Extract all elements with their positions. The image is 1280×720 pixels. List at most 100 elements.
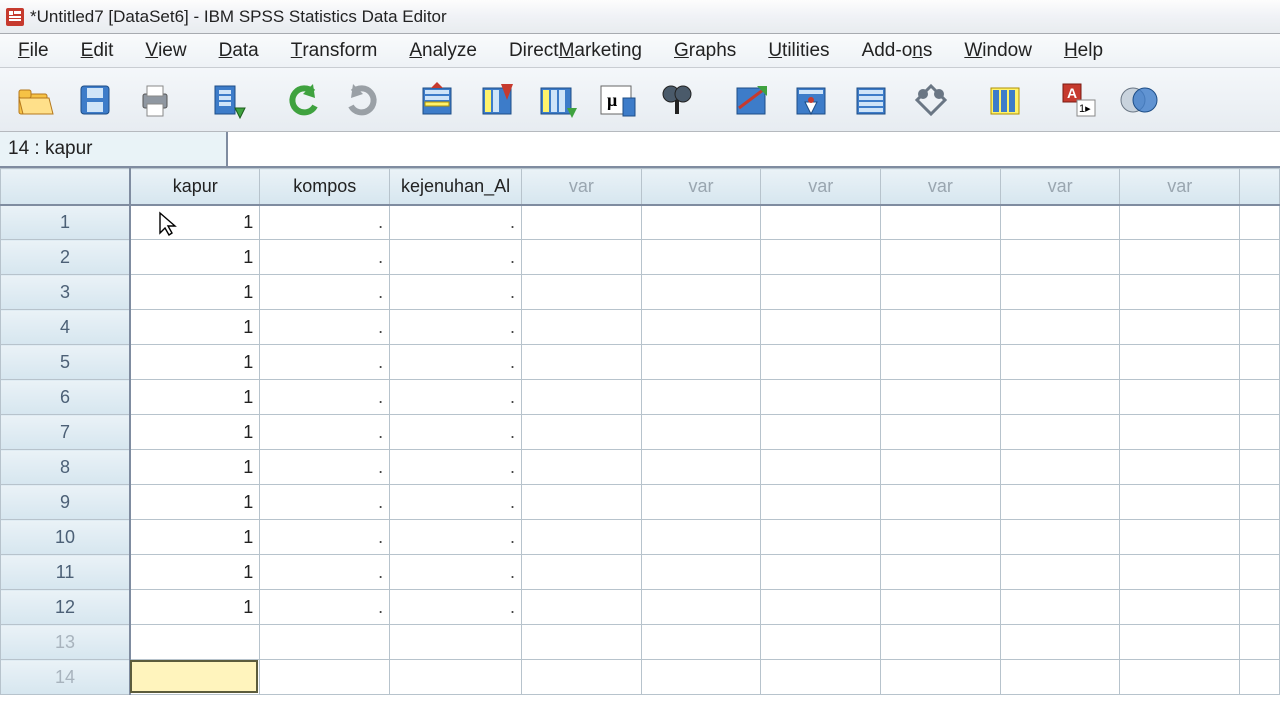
data-cell[interactable] [522,345,642,380]
row-header[interactable]: 5 [1,345,131,380]
use-sets-button[interactable] [978,73,1032,127]
data-cell[interactable]: . [260,310,390,345]
menu-view[interactable]: View [129,34,202,67]
data-cell[interactable] [1240,450,1280,485]
data-cell[interactable] [522,590,642,625]
data-cell[interactable] [641,485,761,520]
data-cell[interactable] [522,380,642,415]
menu-transform[interactable]: Transform [275,34,394,67]
data-cell[interactable]: 1 [130,590,260,625]
menu-analyze[interactable]: Analyze [393,34,493,67]
data-cell[interactable] [1000,310,1120,345]
data-cell[interactable] [761,240,881,275]
menu-graphs[interactable]: Graphs [658,34,752,67]
data-cell[interactable] [390,660,522,695]
data-cell[interactable] [1000,485,1120,520]
variables-button[interactable] [530,73,584,127]
data-cell[interactable] [881,660,1001,695]
data-cell[interactable]: . [260,450,390,485]
data-cell[interactable] [881,590,1001,625]
data-cell[interactable] [1120,450,1240,485]
data-cell[interactable] [130,660,260,695]
data-cell[interactable]: . [260,345,390,380]
data-cell[interactable] [1000,380,1120,415]
data-cell[interactable] [522,275,642,310]
data-cell[interactable] [761,520,881,555]
data-cell[interactable] [522,310,642,345]
data-cell[interactable] [522,485,642,520]
menu-window[interactable]: Window [948,34,1048,67]
data-cell[interactable]: . [260,380,390,415]
data-cell[interactable] [641,380,761,415]
menu-utilities[interactable]: Utilities [752,34,845,67]
data-cell[interactable]: . [390,275,522,310]
data-cell[interactable] [1000,205,1120,240]
data-cell[interactable] [761,310,881,345]
row-header[interactable]: 7 [1,415,131,450]
data-cell[interactable] [522,205,642,240]
data-cell[interactable] [1000,660,1120,695]
weight-cases-button[interactable] [784,73,838,127]
data-cell[interactable] [1240,555,1280,590]
data-grid[interactable]: kapurkomposkejenuhan_Alvarvarvarvarvarva… [0,168,1280,695]
data-cell[interactable] [1000,240,1120,275]
data-cell[interactable] [1240,240,1280,275]
column-header-kejenuhan_Al[interactable]: kejenuhan_Al [390,169,522,205]
data-cell[interactable] [1240,520,1280,555]
row-header[interactable]: 9 [1,485,131,520]
menu-data[interactable]: Data [203,34,275,67]
column-header-kapur[interactable]: kapur [130,169,260,205]
data-cell[interactable]: . [390,205,522,240]
data-cell[interactable] [1120,625,1240,660]
data-cell[interactable] [761,555,881,590]
data-cell[interactable] [881,415,1001,450]
data-cell[interactable] [1120,415,1240,450]
data-cell[interactable]: . [390,310,522,345]
data-cell[interactable] [641,520,761,555]
data-cell[interactable] [1000,275,1120,310]
data-cell[interactable] [1240,345,1280,380]
data-cell[interactable] [1240,380,1280,415]
data-cell[interactable] [881,310,1001,345]
data-cell[interactable] [1120,240,1240,275]
data-cell[interactable] [1000,555,1120,590]
row-header[interactable]: 8 [1,450,131,485]
formula-box[interactable] [228,132,1280,166]
data-cell[interactable]: 1 [130,555,260,590]
data-cell[interactable] [881,240,1001,275]
redo-button[interactable] [336,73,390,127]
data-cell[interactable] [881,205,1001,240]
data-cell[interactable] [1120,485,1240,520]
data-cell[interactable] [641,555,761,590]
data-cell[interactable] [881,345,1001,380]
data-cell[interactable] [761,485,881,520]
data-cell[interactable] [761,590,881,625]
data-cell[interactable] [1240,485,1280,520]
data-cell[interactable] [761,450,881,485]
row-header[interactable]: 14 [1,660,131,695]
data-cell[interactable] [761,660,881,695]
row-header[interactable]: 1 [1,205,131,240]
data-cell[interactable] [522,450,642,485]
corner-cell[interactable] [1,169,131,205]
data-cell[interactable] [1120,590,1240,625]
split-file-button[interactable] [724,73,778,127]
data-cell[interactable] [522,240,642,275]
data-cell[interactable]: 1 [130,520,260,555]
data-cell[interactable]: 1 [130,450,260,485]
data-cell[interactable]: 1 [130,345,260,380]
data-cell[interactable]: 1 [130,485,260,520]
data-cell[interactable] [1120,380,1240,415]
data-cell[interactable] [641,345,761,380]
data-cell[interactable]: . [260,555,390,590]
data-cell[interactable] [881,485,1001,520]
data-cell[interactable]: . [260,275,390,310]
data-cell[interactable] [1000,590,1120,625]
data-cell[interactable] [881,275,1001,310]
row-header[interactable]: 3 [1,275,131,310]
data-cell[interactable] [1120,520,1240,555]
data-cell[interactable] [761,625,881,660]
data-cell[interactable] [1000,625,1120,660]
data-cell[interactable] [390,625,522,660]
data-cell[interactable]: 1 [130,205,260,240]
